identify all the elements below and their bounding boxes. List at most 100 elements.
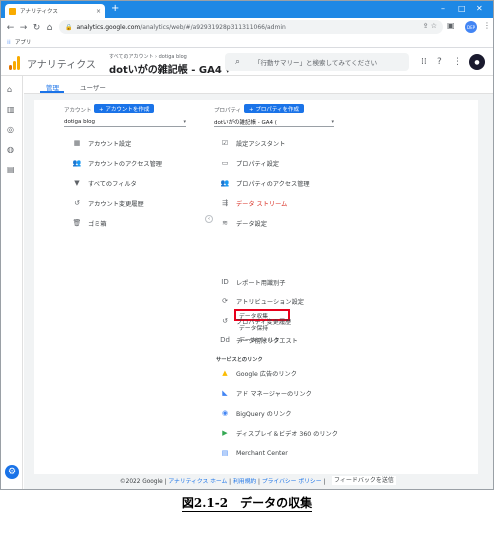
footer-terms-link[interactable]: 利用規約 bbox=[233, 479, 256, 485]
home-icon[interactable]: ⌂ bbox=[44, 23, 55, 33]
search-icon: ⌕ bbox=[235, 57, 241, 67]
bookmarks-bar: ⁞⁞ アプリ bbox=[1, 37, 493, 48]
share-star-icons[interactable]: ⇪ ☆ bbox=[423, 22, 437, 30]
create-property-button[interactable]: + プロパティを作成 bbox=[244, 104, 305, 113]
people-icon: 👥 bbox=[220, 179, 230, 187]
forward-icon[interactable]: → bbox=[18, 23, 29, 33]
menu-item-label: プロパティ変更履歴 bbox=[236, 318, 292, 326]
collapse-column-icon[interactable]: ‹ bbox=[205, 215, 213, 223]
menu-item-label: アカウント変更履歴 bbox=[88, 200, 144, 208]
help-icon[interactable]: ? bbox=[437, 57, 442, 67]
maximize-icon[interactable]: □ bbox=[458, 3, 466, 15]
profile-avatar[interactable]: DEP bbox=[465, 21, 477, 33]
building-icon: ▦ bbox=[73, 139, 81, 147]
menu-item-label: ゴミ箱 bbox=[88, 220, 107, 228]
menu-item[interactable]: ▶ ディスプレイ＆ビデオ 360 のリンク bbox=[218, 427, 338, 439]
feedback-link[interactable]: フィードバックを送信 bbox=[332, 476, 396, 485]
menu-item[interactable]: ▭ プロパティ設定 bbox=[218, 157, 279, 169]
close-window-icon[interactable]: ✕ bbox=[476, 3, 483, 15]
menu-item[interactable]: Dd データ削除リクエスト bbox=[218, 334, 298, 346]
property-select[interactable]: dotいがの雑記帳 - GA4 (▾ bbox=[214, 117, 334, 127]
menu-item[interactable]: ▦ アカウント設定 bbox=[70, 137, 132, 149]
extension-icon[interactable]: ▣ bbox=[447, 21, 455, 30]
menu-item[interactable]: ↺ プロパティ変更履歴 bbox=[218, 315, 291, 327]
menu-item[interactable]: ☑ 設定アシスタント bbox=[218, 137, 285, 149]
advertising-icon[interactable]: ◍ bbox=[7, 145, 14, 154]
menu-item-label: データ ストリーム bbox=[236, 200, 288, 208]
browser-window: アナリティクス × + – □ ✕ ← → ↻ ⌂ 🔒 analytics.go… bbox=[0, 0, 494, 490]
apps-grid-icon[interactable]: ⁞⁞ bbox=[7, 39, 11, 46]
menu-item[interactable]: ▼ すべてのフィルタ bbox=[70, 177, 136, 189]
tab-strip: アナリティクス × + – □ ✕ bbox=[1, 1, 493, 18]
browser-toolbar: ← → ↻ ⌂ 🔒 analytics.google.com/analytics… bbox=[1, 18, 493, 37]
menu-item[interactable]: ≋ データ設定 bbox=[218, 217, 267, 229]
menu-item-label: BigQuery のリンク bbox=[236, 410, 292, 418]
tab-user[interactable]: ユーザー bbox=[80, 82, 106, 92]
dropdown-icon: ▾ bbox=[331, 119, 334, 125]
menu-item[interactable]: ◣ アド マネージャーのリンク bbox=[218, 387, 312, 399]
dropdown-icon: ▾ bbox=[183, 119, 186, 125]
menu-item[interactable]: ▤ Merchant Center bbox=[218, 447, 288, 459]
home-nav-icon[interactable]: ⌂ bbox=[7, 85, 12, 94]
menu-item[interactable]: 👥 アカウントのアクセス管理 bbox=[70, 157, 162, 169]
menu-item-label: 設定アシスタント bbox=[236, 140, 286, 148]
new-tab-button[interactable]: + bbox=[111, 3, 119, 15]
reports-icon[interactable]: ▥ bbox=[7, 105, 15, 114]
menu-item[interactable]: ⇶ データ ストリーム bbox=[218, 197, 287, 209]
ad-manager-icon: ◣ bbox=[222, 389, 228, 397]
user-avatar[interactable]: ● bbox=[469, 54, 485, 70]
data-streams-icon: ⇶ bbox=[222, 199, 228, 207]
menu-item[interactable]: ⅠD レポート用識別子 bbox=[218, 276, 286, 288]
tab-title: アナリティクス bbox=[20, 9, 58, 15]
bigquery-icon: ◉ bbox=[221, 409, 229, 417]
browser-menu-icon[interactable]: ⋮ bbox=[483, 21, 491, 30]
reload-icon[interactable]: ↻ bbox=[31, 23, 42, 33]
menu-item-label: プロパティ設定 bbox=[236, 160, 279, 168]
property-picker[interactable]: dotいがの雑記帳 - GA4 ▾ bbox=[109, 61, 230, 76]
admin-panel: アカウント + アカウントを作成 dotiga blog ▾ ‹ プロパティ + … bbox=[34, 100, 478, 474]
filter-icon: ▼ bbox=[74, 179, 80, 187]
property-column-label: プロパティ bbox=[214, 108, 242, 114]
apps-bookmark[interactable]: アプリ bbox=[15, 38, 32, 46]
account-breadcrumb[interactable]: すべてのアカウント › dotiga blog bbox=[109, 53, 187, 60]
minimize-icon[interactable]: – bbox=[441, 3, 445, 15]
footer-privacy-link[interactable]: プライバシー ポリシー bbox=[262, 479, 322, 485]
menu-item[interactable]: 🗑 ゴミ箱 bbox=[70, 217, 107, 229]
menu-item-label: Google 広告のリンク bbox=[236, 370, 297, 378]
explore-icon[interactable]: ◎ bbox=[7, 125, 14, 134]
footer-home-link[interactable]: アナリティクス ホーム bbox=[168, 479, 227, 485]
search-input[interactable]: ⌕ 「行動サマリー」と検索してみてください bbox=[225, 53, 409, 71]
address-bar[interactable]: 🔒 analytics.google.com/analytics/web/#/a… bbox=[59, 20, 443, 34]
menu-item-label: レポート用識別子 bbox=[236, 279, 286, 287]
history-icon: ↺ bbox=[74, 199, 80, 207]
id-icon: ⅠD bbox=[221, 278, 229, 286]
analytics-logo-icon bbox=[9, 56, 21, 70]
dd-icon: Dd bbox=[220, 336, 230, 344]
menu-item-label: アカウント設定 bbox=[88, 140, 132, 148]
menu-item[interactable]: ↺ アカウント変更履歴 bbox=[70, 197, 144, 209]
tab-close-icon[interactable]: × bbox=[96, 8, 101, 15]
history-icon: ↺ bbox=[222, 317, 228, 325]
checklist-icon: ☑ bbox=[221, 139, 229, 147]
google-ads-icon: ▲ bbox=[222, 369, 228, 377]
back-icon[interactable]: ← bbox=[5, 23, 16, 33]
active-tab-indicator bbox=[40, 91, 64, 93]
more-vert-icon[interactable]: ⋮ bbox=[453, 57, 462, 67]
links-section-label: サービスとのリンク bbox=[216, 357, 263, 363]
create-account-button[interactable]: + アカウントを作成 bbox=[94, 104, 155, 113]
menu-item[interactable]: ⟳ アトリビューション設定 bbox=[218, 295, 304, 307]
menu-item[interactable]: ▲ Google 広告のリンク bbox=[218, 367, 297, 379]
lock-icon: 🔒 bbox=[65, 23, 73, 31]
browser-tab[interactable]: アナリティクス × bbox=[5, 4, 105, 18]
admin-subtabs: 管理 ユーザー bbox=[24, 76, 493, 94]
menu-item[interactable]: 👥 プロパティのアクセス管理 bbox=[218, 177, 310, 189]
people-icon: 👥 bbox=[72, 159, 82, 167]
configure-icon[interactable]: ▤ bbox=[7, 165, 15, 174]
ga-header: アナリティクス すべてのアカウント › dotiga blog dotいがの雑記… bbox=[1, 48, 493, 76]
apps-icon[interactable]: ⁞⁞ bbox=[421, 57, 427, 67]
account-select[interactable]: dotiga blog ▾ bbox=[64, 117, 186, 127]
admin-gear-icon[interactable]: ⚙ bbox=[5, 465, 19, 479]
footer-copyright: ©2022 Google bbox=[119, 479, 163, 485]
menu-item-label: アド マネージャーのリンク bbox=[236, 390, 312, 398]
menu-item[interactable]: ◉ BigQuery のリンク bbox=[218, 407, 291, 419]
